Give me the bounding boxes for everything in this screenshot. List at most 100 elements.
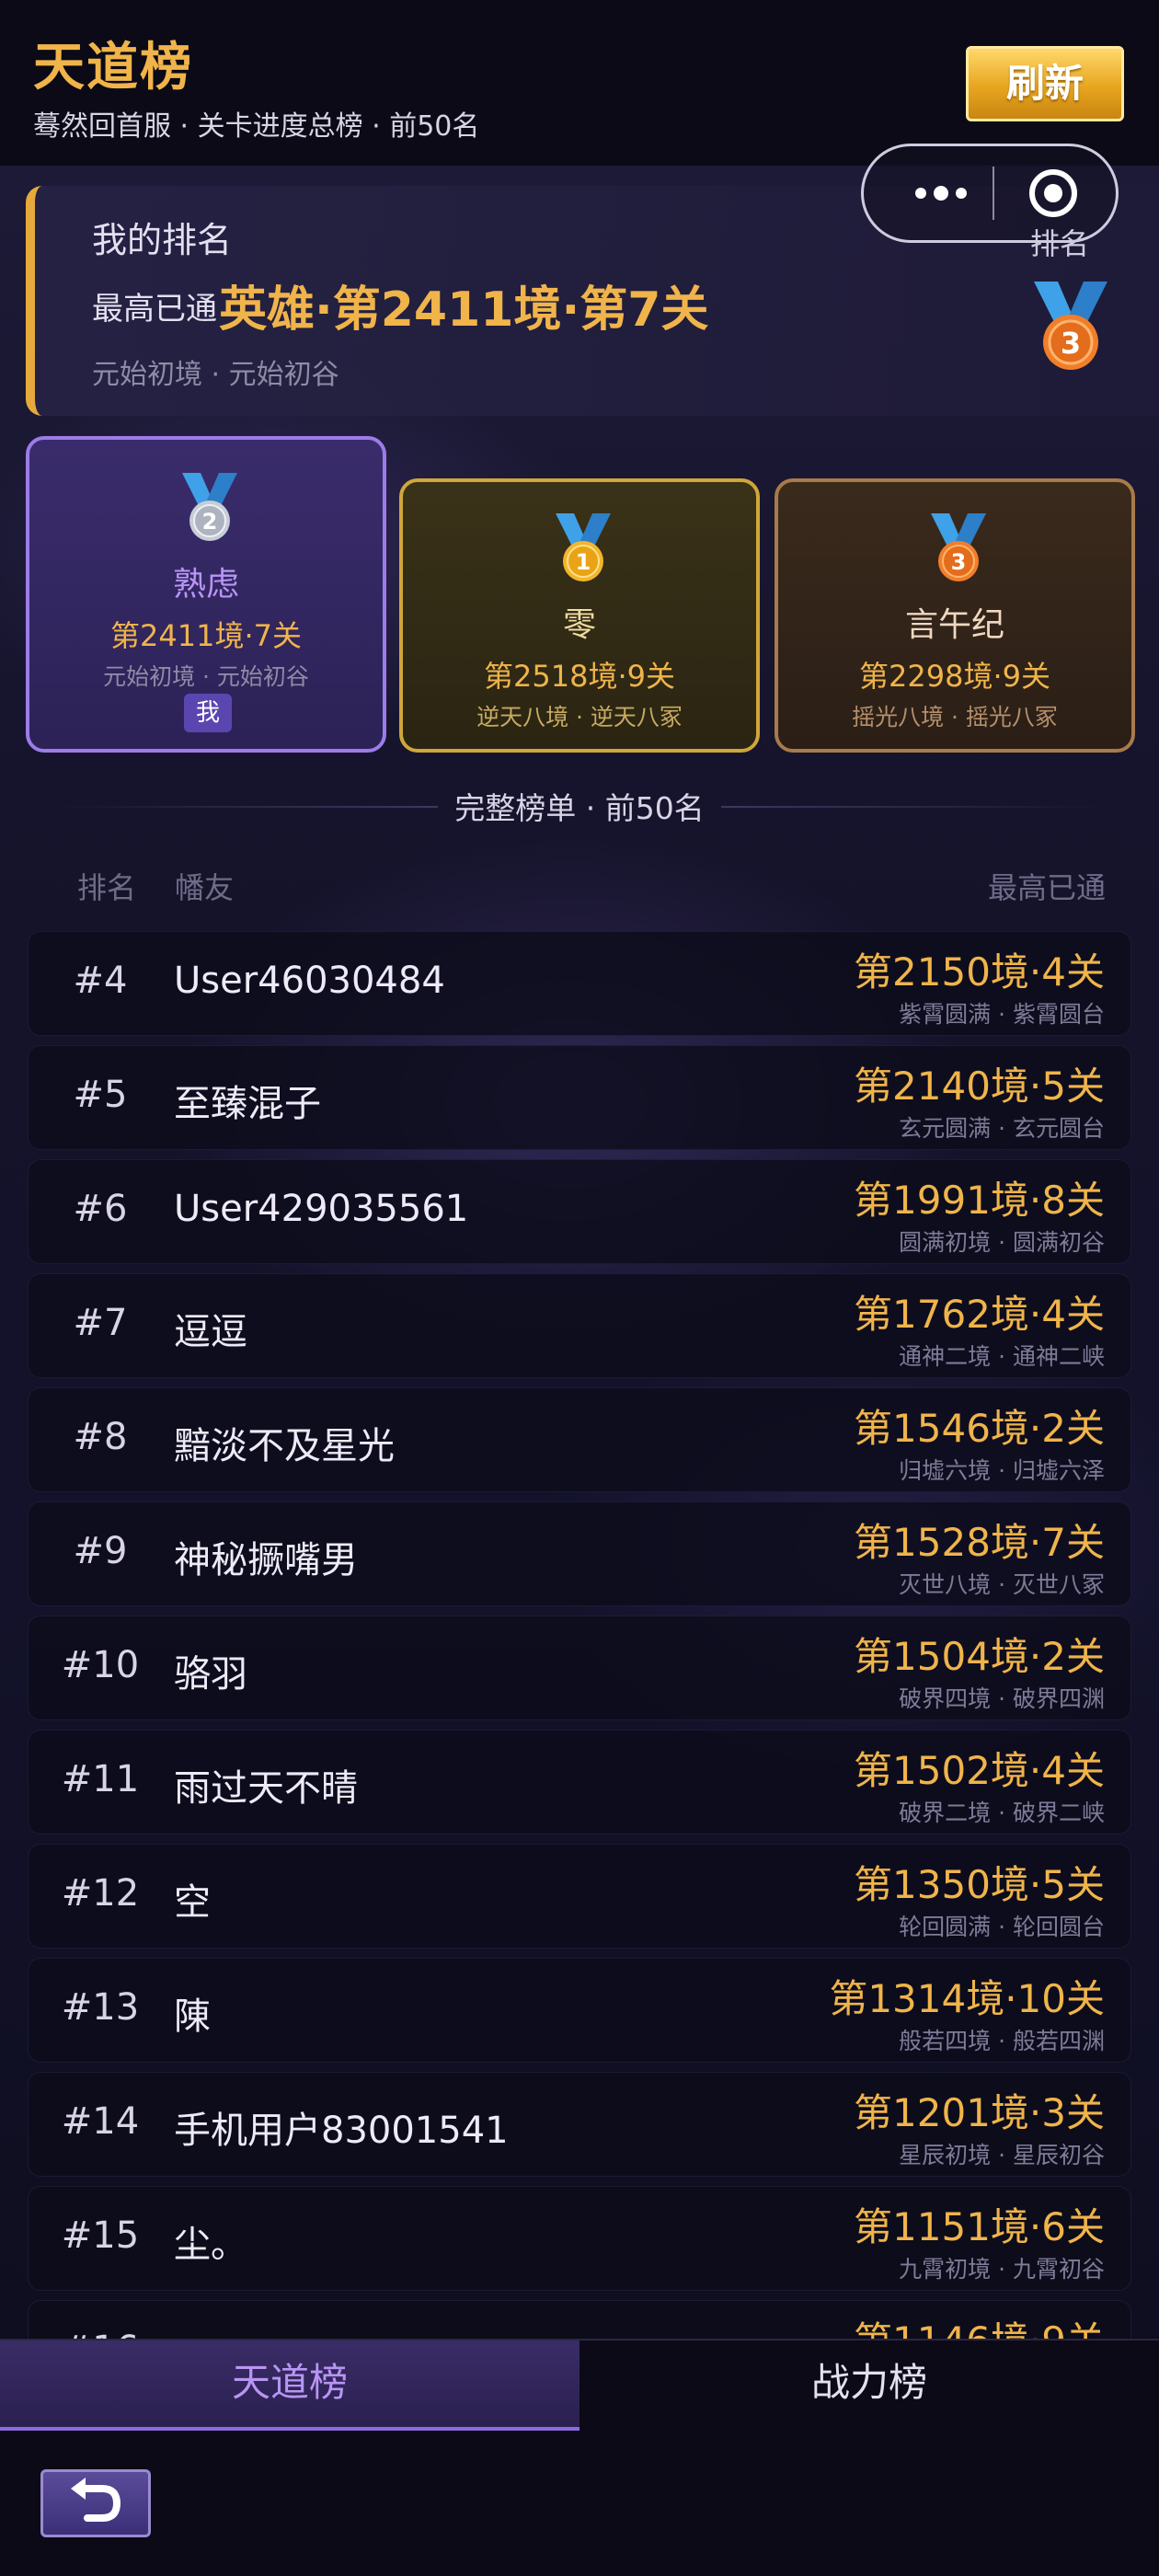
svg-text:2: 2 [202,509,218,535]
tab-bar: 天道榜 战力榜 [0,2339,1159,2432]
row-rank: #7 [73,1302,128,1344]
leaderboard-row[interactable]: #5 至臻混子 第2140境·5关 玄元圆满 · 玄元圆台 [28,1045,1131,1150]
row-rank: #11 [61,1758,140,1800]
tab-tiandao[interactable]: 天道榜 [0,2340,580,2432]
row-score: 第1151境·6关 [854,2204,1105,2249]
row-name: 空 [174,1881,211,1924]
row-place: 破界二境 · 破界二峡 [899,1800,1105,1826]
row-score: 第1504境·2关 [854,1634,1105,1679]
row-name: 烟雨蒙蒙 [174,2329,321,2339]
row-score: 第1528境·7关 [854,1520,1105,1565]
bronze-medal-icon: 3 [925,513,992,591]
row-name: User429035561 [174,1188,469,1230]
refresh-button[interactable]: 刷新 [966,46,1124,121]
svg-text:1: 1 [576,549,591,575]
podium-card-3[interactable]: 3 言午纪 第2298境·9关 摇光八境 · 摇光八冢 [775,478,1135,753]
me-badge: 我 [184,694,232,732]
svg-text:3: 3 [951,549,967,575]
podium-name: 熟虑 [172,566,239,604]
page-title: 天道榜 [33,38,193,98]
leaderboard-row[interactable]: #11 雨过天不晴 第1502境·4关 破界二境 · 破界二峡 [28,1730,1131,1834]
row-score: 第1350境·5关 [854,1862,1105,1907]
leaderboard-row[interactable]: #14 手机用户83001541 第1201境·3关 星辰初境 · 星辰初谷 [28,2072,1131,2177]
podium-score: 第2411境·7关 [110,618,302,653]
row-score: 第1546境·2关 [854,1406,1105,1451]
row-score: 第1201境·3关 [854,2090,1105,2135]
row-score: 第1502境·4关 [854,1748,1105,1793]
column-header-name: 幡友 [175,870,235,905]
podium-card-2[interactable]: 2 熟虑 第2411境·7关 元始初境 · 元始初谷 我 [26,436,386,753]
podium-score: 第2298境·9关 [859,659,1050,694]
podium-place: 逆天八境 · 逆天八冢 [476,704,683,730]
row-rank: #12 [61,1872,140,1915]
row-rank: #13 [61,1986,140,2029]
bronze-medal-icon: 3 [1027,282,1115,381]
full-list-title: 完整榜单 · 前50名 [0,784,1159,828]
leaderboard-row[interactable]: #8 黯淡不及星光 第1546境·2关 归墟六境 · 归墟六泽 [28,1387,1131,1492]
row-score: 第1762境·4关 [854,1292,1105,1337]
row-name: 逗逗 [174,1311,247,1353]
row-place: 圆满初境 · 圆满初谷 [899,1229,1105,1256]
back-arrow-icon [71,2478,121,2522]
back-button[interactable] [40,2469,151,2537]
row-name: 陳 [174,1995,211,2038]
row-score: 第2150境·4关 [854,949,1105,995]
leaderboard-row[interactable]: #15 尘。 第1151境·6关 九霄初境 · 九霄初谷 [28,2186,1131,2291]
my-rank-place: 元始初境 · 元始初谷 [92,359,339,391]
row-name: 黯淡不及星光 [174,1425,395,1467]
my-rank-label: 我的排名 [92,220,233,260]
row-score: 第2140境·5关 [854,1064,1105,1109]
row-rank: #16 [29,2329,172,2339]
row-score: 第1314境·10关 [829,1976,1105,2021]
row-name: 尘。 [174,2224,247,2266]
row-place: 紫霄圆满 · 紫霄圆台 [899,1001,1105,1028]
column-header-rank: 排名 [77,870,137,905]
column-header-best: 最高已通 [987,870,1106,905]
more-dots-icon[interactable] [897,146,985,240]
leaderboard-row[interactable]: #4 User46030484 第2150境·4关 紫霄圆满 · 紫霄圆台 [28,931,1131,1036]
row-name: 雨过天不晴 [174,1767,358,1810]
full-list-title-text: 完整榜单 · 前50名 [438,790,721,826]
row-name: 神秘撅嘴男 [174,1539,358,1581]
row-rank: #15 [61,2214,140,2257]
tab-power[interactable]: 战力榜 [580,2340,1159,2432]
row-place: 星辰初境 · 星辰初谷 [899,2142,1105,2168]
podium-place: 摇光八境 · 摇光八冢 [852,704,1058,730]
row-name: 骆羽 [174,1653,247,1696]
podium-name: 言午纪 [904,606,1004,644]
row-place: 玄元圆满 · 玄元圆台 [899,1115,1105,1142]
row-place: 破界四境 · 破界四渊 [899,1685,1105,1712]
row-rank: #4 [73,960,128,1002]
podium-card-1[interactable]: 1 零 第2518境·9关 逆天八境 · 逆天八冢 [399,478,760,753]
podium-place: 元始初境 · 元始初谷 [103,663,309,690]
row-place: 归墟六境 · 归墟六泽 [899,1457,1105,1484]
row-place: 灭世八境 · 灭世八冢 [899,1571,1105,1598]
silver-medal-icon: 2 [177,473,243,550]
row-name: 至臻混子 [174,1083,321,1125]
leaderboard-row[interactable]: #9 神秘撅嘴男 第1528境·7关 灭世八境 · 灭世八冢 [28,1501,1131,1606]
row-rank: #10 [61,1644,140,1686]
row-rank: #8 [73,1416,128,1458]
leaderboard-row[interactable]: #10 骆羽 第1504境·2关 破界四境 · 破界四渊 [28,1616,1131,1720]
row-place: 通神二境 · 通神二峡 [899,1343,1105,1370]
row-rank: #9 [73,1530,128,1572]
row-score: 第1991境·8关 [854,1178,1105,1223]
row-score: 第1146境·9关 [854,2310,1105,2339]
target-icon[interactable] [1029,169,1077,217]
svg-text:3: 3 [1061,326,1081,361]
page-subtitle: 蓦然回首服 · 关卡进度总榜 · 前50名 [33,110,480,143]
leaderboard-row[interactable]: #16 烟雨蒙蒙 第1146境·9关 [28,2300,1131,2339]
leaderboard-row[interactable]: #6 User429035561 第1991境·8关 圆满初境 · 圆满初谷 [28,1159,1131,1264]
podium-name: 零 [562,606,596,644]
row-rank: #5 [73,1074,128,1116]
best-cleared-label: 最高已通 [92,291,217,328]
header: 天道榜 蓦然回首服 · 关卡进度总榜 · 前50名 刷新 [0,0,1159,166]
capsule-divider [993,167,994,220]
leaderboard-list[interactable]: #4 User46030484 第2150境·4关 紫霄圆满 · 紫霄圆台 #5… [28,931,1131,2339]
row-rank: #6 [73,1188,128,1230]
leaderboard-row[interactable]: #12 空 第1350境·5关 轮回圆满 · 轮回圆台 [28,1844,1131,1949]
leaderboard-row[interactable]: #7 逗逗 第1762境·4关 通神二境 · 通神二峡 [28,1273,1131,1378]
leaderboard-row[interactable]: #13 陳 第1314境·10关 般若四境 · 般若四渊 [28,1958,1131,2063]
best-cleared-value: 英雄·第2411境·第7关 [219,282,709,338]
capsule-rank-label: 排名 [1030,226,1090,261]
